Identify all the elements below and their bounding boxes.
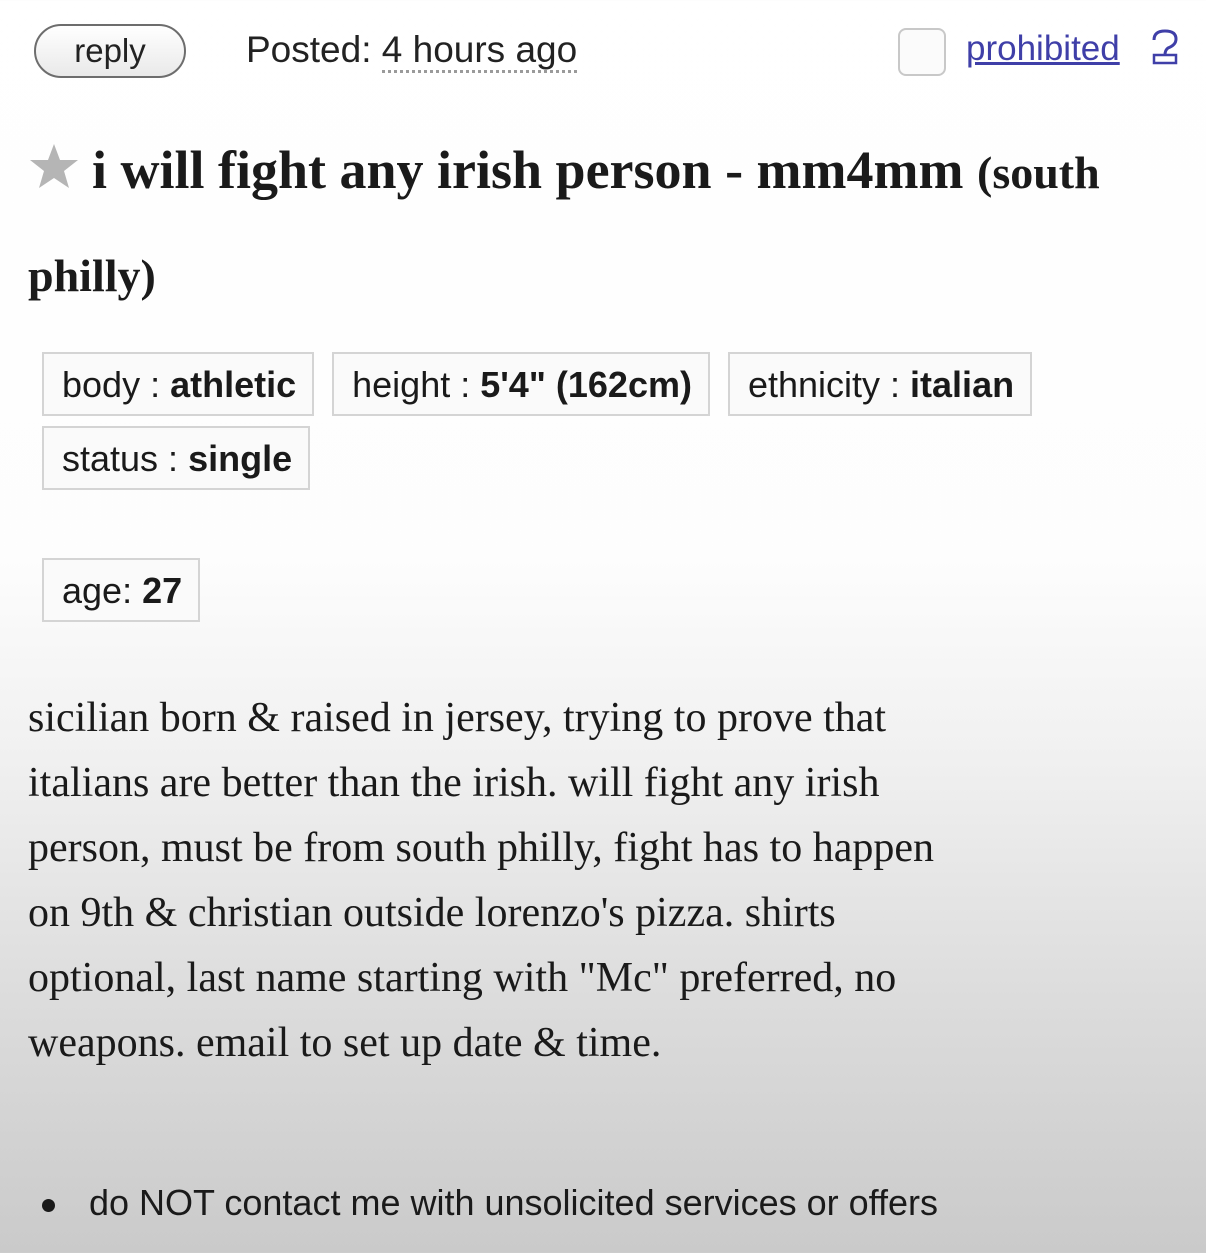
post-body-line: on 9th & christian outside lorenzo's piz… [28,890,836,936]
attribute-row: status : single [42,426,1182,490]
bullet-icon [42,1198,55,1212]
posted-prefix: Posted: [246,29,382,70]
attribute-value: 5'4" (162cm) [480,364,692,405]
attribute-age: age: 27 [42,558,201,622]
attribute-label: height : [352,364,481,405]
notice-list-item: do NOT contact me with unsolicited servi… [38,1178,938,1228]
attribute-height: height : 5'4" (162cm) [332,352,710,416]
attribute-ethnicity: ethnicity : italian [727,352,1033,416]
attribute-body: body : athletic [42,352,315,416]
posted-time: 4 hours ago [381,29,578,73]
post-body-line: person, must be from south philly, fight… [28,825,934,871]
prohibited-link[interactable]: prohibited [966,26,1120,72]
post-title: i will fight any irish person - mm4mm (s… [28,120,1148,326]
question-mark-icon[interactable] [1150,28,1180,66]
post-header: reply Posted: 4 hours ago prohibited [0,0,1206,110]
attribute-value: 27 [142,570,183,611]
attribute-status: status : single [42,426,311,490]
attribute-label: status : [62,438,189,479]
post-title-text: i will fight any irish person - mm4mm [92,140,964,200]
attribute-label: body : [62,364,171,405]
posted-date: Posted: 4 hours ago [246,26,578,74]
post-body-line: italians are better than the irish. will… [28,760,880,806]
post-body-line: weapons. email to set up date & time. [28,1020,662,1066]
attribute-label: ethnicity : [747,364,911,405]
attribute-value: italian [910,364,1015,405]
post-body-line: optional, last name starting with "Mc" p… [28,955,897,1001]
attribute-value: single [188,438,293,479]
prohibited-checkbox[interactable] [898,28,946,76]
star-icon[interactable] [28,142,80,190]
attribute-label: age: [62,570,143,611]
notice-text: do NOT contact me with unsolicited servi… [89,1182,939,1223]
attribute-row: body : athletic height : 5'4" (162cm) et… [42,352,1182,416]
post-body: sicilian born & raised in jersey, trying… [28,686,1168,1076]
reply-button[interactable]: reply [34,24,186,78]
attribute-group: body : athletic height : 5'4" (162cm) et… [42,352,1182,500]
post-body-line: sicilian born & raised in jersey, trying… [28,695,887,741]
attribute-value: athletic [170,364,297,405]
